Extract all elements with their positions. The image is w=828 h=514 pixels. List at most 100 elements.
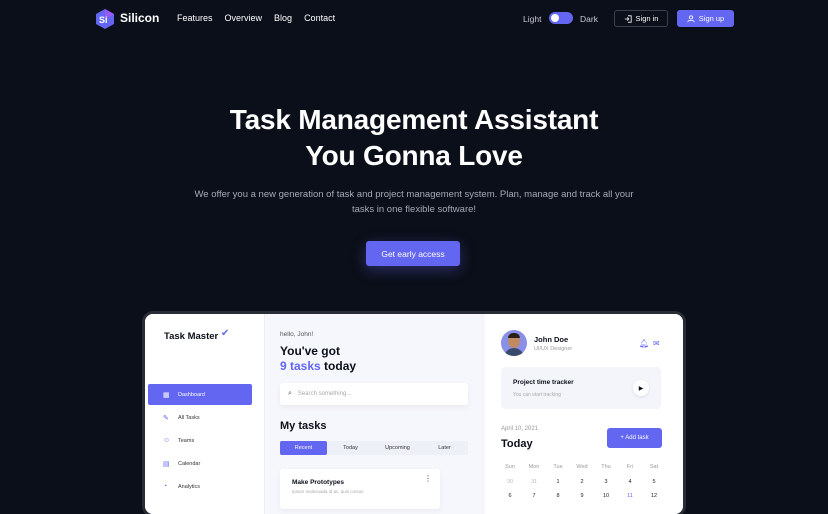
- weekday-label: Sun: [505, 464, 515, 470]
- weekday-label: Mon: [528, 464, 540, 470]
- headline-line2: 9 tasks today: [280, 359, 356, 373]
- app-sidebar: Task Master ✔ ▦ Dashboard ✎ All Tasks ☺ …: [145, 314, 265, 514]
- weekday-label: Thu: [601, 464, 611, 470]
- calendar-day[interactable]: 8: [546, 489, 570, 504]
- more-options-icon[interactable]: ⋮: [424, 474, 432, 483]
- calendar-today-heading: Today: [501, 438, 533, 450]
- mail-icon[interactable]: ✉: [653, 339, 660, 348]
- add-task-button[interactable]: + Add task: [607, 428, 662, 448]
- search-icon: ⌕: [288, 390, 292, 397]
- sidebar-item-all-tasks[interactable]: ✎ All Tasks: [148, 407, 252, 428]
- sign-up-button[interactable]: Sign up: [677, 10, 734, 27]
- weekday-label: Tue: [553, 464, 563, 470]
- weekday-label: Fri: [626, 464, 634, 470]
- task-card[interactable]: Make Prototypes Ipsum malesuada id ac, q…: [280, 469, 440, 509]
- nav-link-contact[interactable]: Contact: [304, 13, 335, 23]
- nav-link-overview[interactable]: Overview: [225, 13, 263, 23]
- hero-title: Task Management Assistant You Gonna Love: [0, 102, 828, 174]
- task-tabs: Recent Today Upcoming Later: [280, 441, 468, 455]
- sign-in-label: Sign in: [635, 14, 659, 23]
- check-icon: ✔: [221, 328, 230, 339]
- calendar-day[interactable]: 2: [570, 475, 594, 490]
- avatar: [501, 330, 527, 356]
- get-early-access-button[interactable]: Get early access: [366, 241, 460, 266]
- sidebar-item-calendar[interactable]: ▤ Calendar: [148, 453, 252, 474]
- weekday-label: Wed: [576, 464, 588, 470]
- sign-in-icon: [624, 14, 632, 23]
- grid-icon: ▦: [163, 391, 170, 399]
- pie-chart-icon: ◔: [163, 483, 168, 490]
- calendar-day[interactable]: 5: [642, 475, 666, 490]
- dark-mode-label: Dark: [580, 14, 598, 24]
- calendar-day[interactable]: 1: [546, 475, 570, 490]
- hero-title-line1: Task Management Assistant: [229, 104, 599, 135]
- weekday-label: Sat: [649, 464, 659, 470]
- user-name: John Doe: [534, 335, 569, 344]
- play-icon[interactable]: ▶: [633, 380, 649, 396]
- calendar-day[interactable]: 11: [618, 489, 642, 504]
- avatar-hair: [508, 333, 520, 338]
- tracker-title: Project time tracker: [513, 379, 574, 386]
- tab-upcoming[interactable]: Upcoming: [374, 441, 421, 455]
- brand-name[interactable]: Silicon: [120, 11, 159, 25]
- calendar-week: 6 7 8 9 10 11 12: [498, 489, 666, 504]
- calendar-icon: ▤: [163, 460, 170, 468]
- tab-later[interactable]: Later: [421, 441, 468, 455]
- hero-title-line2: You Gonna Love: [305, 140, 523, 171]
- sidebar-item-analytics[interactable]: ◔ Analytics: [148, 476, 252, 497]
- calendar-day[interactable]: 9: [570, 489, 594, 504]
- calendar-weekdays: Sun Mon Tue Wed Thu Fri Sat: [498, 460, 666, 475]
- users-icon: ☺: [163, 437, 171, 444]
- app-right-panel: John Doe UI/UX Designer 🔔︎ ✉ Project tim…: [486, 314, 683, 514]
- sign-up-label: Sign up: [698, 14, 725, 23]
- light-mode-label: Light: [523, 14, 542, 24]
- tab-recent[interactable]: Recent: [280, 441, 327, 455]
- sidebar-item-label: All Tasks: [178, 414, 200, 421]
- calendar-day[interactable]: 3: [594, 475, 618, 490]
- search-placeholder: Search something...: [297, 391, 352, 397]
- search-input[interactable]: ⌕ Search something...: [280, 383, 468, 405]
- greeting: hello, John!: [280, 331, 314, 338]
- app-preview: Task Master ✔ ▦ Dashboard ✎ All Tasks ☺ …: [145, 314, 683, 514]
- sidebar-item-label: Calendar: [178, 460, 201, 467]
- headline-line1: You've got: [280, 344, 340, 358]
- avatar-body: [504, 348, 524, 356]
- time-tracker-card: Project time tracker You can start track…: [501, 367, 661, 409]
- edit-icon: ✎: [163, 414, 169, 422]
- hero-subtitle: We offer you a new generation of task an…: [194, 189, 634, 215]
- nav-links: Features Overview Blog Contact: [177, 13, 347, 23]
- calendar-day[interactable]: 6: [498, 489, 522, 504]
- task-count: 9 tasks: [280, 359, 321, 373]
- nav-link-blog[interactable]: Blog: [274, 13, 292, 23]
- task-description: Ipsum malesuada id ac, quis cursus: [292, 489, 364, 494]
- sidebar-item-label: Analytics: [178, 483, 201, 490]
- headline-suffix: today: [324, 359, 357, 373]
- sidebar-item-dashboard[interactable]: ▦ Dashboard: [148, 384, 252, 405]
- theme-toggle[interactable]: [549, 12, 573, 24]
- tracker-subtitle: You can start tracking: [513, 392, 561, 398]
- app-brand: Task Master: [164, 331, 219, 342]
- logo-letter: Si: [99, 15, 108, 25]
- calendar-day[interactable]: 12: [642, 489, 666, 504]
- silicon-logo-icon[interactable]: Si: [94, 8, 116, 30]
- calendar-date: April 10, 2021: [501, 426, 539, 432]
- bell-icon[interactable]: 🔔︎: [639, 339, 649, 348]
- calendar-week: 30 31 1 2 3 4 5: [498, 475, 666, 490]
- user-role: UI/UX Designer: [534, 346, 573, 352]
- sidebar-item-teams[interactable]: ☺ Teams: [148, 430, 252, 451]
- calendar-day[interactable]: 10: [594, 489, 618, 504]
- top-navbar: Si Silicon Features Overview Blog Contac…: [0, 0, 828, 37]
- calendar-grid: Sun Mon Tue Wed Thu Fri Sat 30 31 1 2 3 …: [498, 460, 666, 504]
- sidebar-item-label: Dashboard: [178, 391, 205, 398]
- tab-today[interactable]: Today: [327, 441, 374, 455]
- app-main: hello, John! You've got 9 tasks today ⌕ …: [265, 314, 485, 514]
- calendar-day[interactable]: 4: [618, 475, 642, 490]
- sign-in-button[interactable]: Sign in: [614, 10, 668, 27]
- calendar-day[interactable]: 30: [498, 475, 522, 490]
- calendar-day[interactable]: 31: [522, 475, 546, 490]
- my-tasks-heading: My tasks: [280, 420, 327, 432]
- nav-link-features[interactable]: Features: [177, 13, 213, 23]
- calendar-day[interactable]: 7: [522, 489, 546, 504]
- user-icon: [687, 14, 695, 22]
- toggle-knob: [551, 14, 559, 22]
